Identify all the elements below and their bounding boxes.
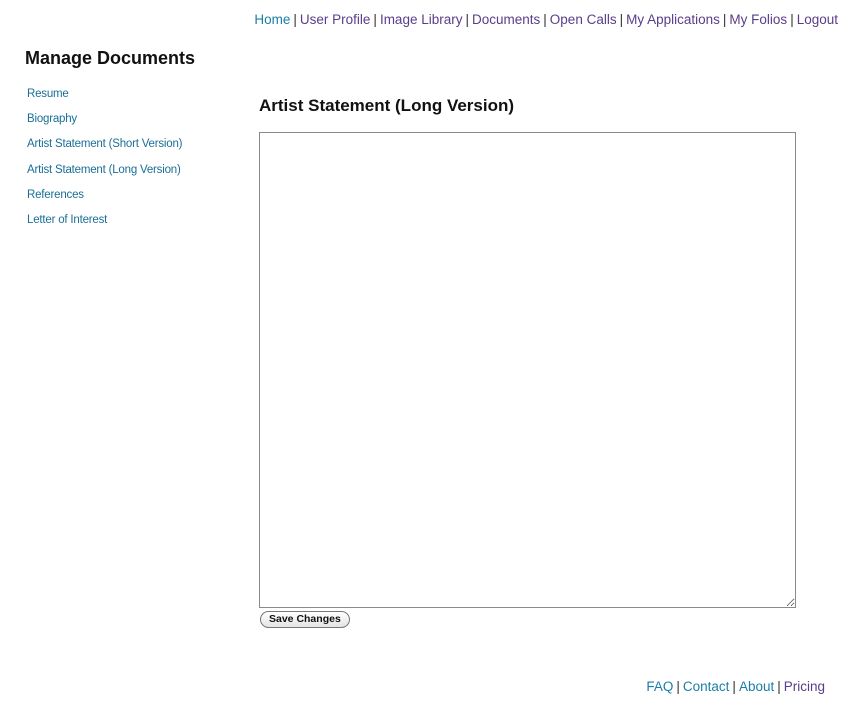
document-title: Artist Statement (Long Version)	[259, 96, 515, 115]
nav-separator: |	[790, 12, 794, 27]
nav-open-calls-link[interactable]: Open Calls	[550, 12, 617, 27]
footer-separator: |	[732, 679, 736, 694]
sidebar-item-resume: Resume	[27, 86, 182, 111]
nav-documents-link[interactable]: Documents	[472, 12, 540, 27]
sidebar-item-artist-statement-long: Artist Statement (Long Version)	[27, 162, 182, 187]
nav-user-profile-link[interactable]: User Profile	[300, 12, 371, 27]
nav-separator: |	[373, 12, 377, 27]
sidebar-item-references: References	[27, 187, 182, 212]
footer-contact-link[interactable]: Contact	[683, 679, 730, 694]
footer-separator: |	[777, 679, 781, 694]
sidebar-item-artist-statement-short: Artist Statement (Short Version)	[27, 136, 183, 161]
document-list: Resume Biography Artist Statement (Short…	[27, 86, 183, 237]
sidebar-item-letter-of-interest: Letter of Interest	[27, 212, 182, 237]
footer-about-link[interactable]: About	[739, 679, 774, 694]
sidebar-link-letter-of-interest[interactable]: Letter of Interest	[27, 214, 107, 226]
save-changes-button[interactable]: Save Changes	[260, 611, 350, 628]
sidebar-item-biography: Biography	[27, 111, 182, 136]
sidebar-link-artist-statement-long[interactable]: Artist Statement (Long Version)	[27, 164, 181, 176]
nav-separator: |	[293, 12, 297, 27]
sidebar-link-biography[interactable]: Biography	[27, 113, 77, 125]
footer-faq-link[interactable]: FAQ	[646, 679, 673, 694]
footer-navigation: FAQ | Contact | About | Pricing	[646, 679, 825, 694]
nav-separator: |	[722, 12, 727, 27]
top-navigation: Home | User Profile | Image Library | Document…	[254, 12, 838, 27]
sidebar-link-artist-statement-short[interactable]: Artist Statement (Short Version)	[27, 138, 183, 150]
nav-home-link[interactable]: Home	[254, 12, 290, 27]
nav-separator: |	[465, 12, 469, 27]
sidebar-link-resume[interactable]: Resume	[27, 88, 69, 100]
sidebar-link-references[interactable]: References	[27, 189, 84, 201]
nav-logout-link[interactable]: Logout	[797, 12, 838, 27]
nav-image-library-link[interactable]: Image Library	[380, 12, 463, 27]
nav-separator: |	[619, 12, 624, 27]
footer-pricing-link[interactable]: Pricing	[784, 679, 825, 694]
footer-separator: |	[676, 679, 680, 694]
nav-my-folios-link[interactable]: My Folios	[729, 12, 787, 27]
document-editor[interactable]	[259, 132, 796, 608]
nav-my-applications-link[interactable]: My Applications	[626, 12, 720, 27]
nav-separator: |	[543, 12, 547, 27]
sidebar-title: Manage Documents	[25, 48, 196, 68]
